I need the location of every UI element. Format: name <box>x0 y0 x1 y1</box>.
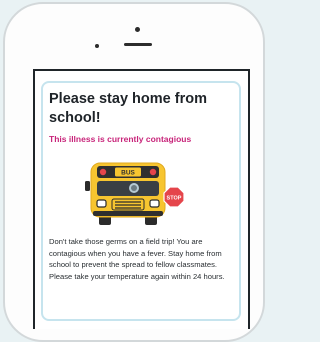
school-bus-icon: BUS STOP <box>85 162 185 225</box>
speaker-icon <box>124 43 152 46</box>
alert-title: Please stay home from school! <box>49 91 207 126</box>
alert-body-text: Don't take those germs on a field trip! … <box>49 237 225 281</box>
stop-sign: STOP <box>167 196 182 202</box>
phone-screen: Please stay home from school! This illne… <box>33 69 250 329</box>
sensor-icon <box>95 44 99 48</box>
camera-icon <box>135 27 140 32</box>
contagious-warning: This illness is currently contagious <box>49 134 192 144</box>
bus-sign: BUS <box>121 170 135 177</box>
